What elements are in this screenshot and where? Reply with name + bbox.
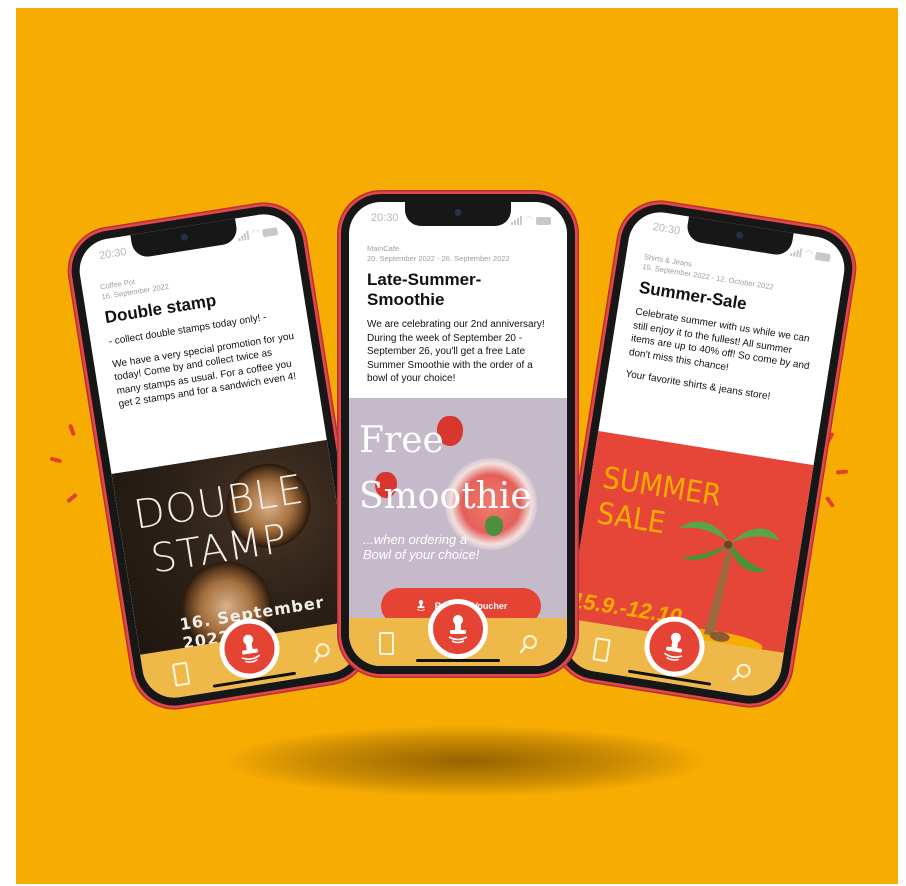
decor-dash: [835, 469, 849, 475]
search-icon[interactable]: [311, 641, 334, 664]
phone-double-stamp: 20:30 ◠ Coffee Pot 16. September 2022 Do…: [65, 200, 373, 712]
decor-dash: [68, 423, 76, 437]
phone-summer-sale: 20:30 ◠ Shirts & Jeans 15. September 202…: [551, 198, 859, 710]
phone-screen: 20:30 ◠ Coffee Pot 16. September 2022 Do…: [75, 209, 363, 703]
voucher-title: Late-Summer-Smoothie: [367, 270, 482, 309]
status-time: 20:30: [371, 212, 399, 224]
promo-background: 20:30 ◠ Coffee Pot 16. September 2022 Do…: [16, 8, 898, 884]
camera: [735, 231, 744, 240]
phones-shadow: [226, 726, 706, 796]
stamp-icon: [663, 632, 683, 661]
status-icons: ◠: [511, 214, 551, 225]
decor-dash: [824, 495, 836, 509]
battery-icon: [262, 227, 279, 238]
art-subtitle-line: Bowl of your choice!: [363, 547, 480, 562]
notch: [130, 216, 239, 259]
voucher-paragraph: We are celebrating our 2nd anniversary! …: [367, 319, 545, 384]
stamp-icon: [448, 615, 468, 644]
voucher-description: We are celebrating our 2nd anniversary! …: [367, 318, 553, 386]
mint-leaf-image: [485, 516, 503, 536]
loyalty-card-icon[interactable]: [592, 637, 611, 663]
art-subtitle-line: ...when ordering a: [363, 532, 468, 547]
battery-icon: [814, 251, 831, 263]
notch: [685, 214, 794, 257]
camera: [454, 209, 462, 216]
signal-icon: [790, 247, 803, 258]
signal-icon: [237, 230, 250, 242]
stamp-icon: [416, 600, 425, 611]
camera: [180, 233, 189, 242]
voucher-content: MainCafe 20. September 2022 - 26. Septem…: [367, 244, 553, 395]
loyalty-card-icon[interactable]: [379, 632, 394, 655]
status-time: 20:30: [651, 221, 681, 238]
art-headline: SALE: [594, 496, 668, 542]
phone-screen: 20:30 ◠ Shirts & Jeans 15. September 202…: [561, 207, 849, 701]
decor-dash: [66, 492, 78, 504]
status-icons: ◠: [790, 245, 831, 263]
voucher-date: 20. September 2022 - 26. September 2022: [367, 254, 510, 263]
stamp-icon: [241, 634, 261, 663]
search-icon[interactable]: [731, 661, 754, 684]
art-headline: Free: [359, 420, 444, 461]
signal-icon: [511, 216, 523, 225]
home-indicator: [416, 659, 500, 662]
phone-late-summer-smoothie: 20:30 ◠ MainCafe 20. September 2022 - 26…: [341, 194, 575, 674]
phone-screen: 20:30 ◠ MainCafe 20. September 2022 - 26…: [349, 202, 567, 666]
search-icon[interactable]: [519, 634, 539, 654]
notch: [405, 202, 511, 226]
status-icons: ◠: [237, 224, 279, 242]
wifi-icon: ◠: [525, 214, 533, 224]
art-headline: Smoothie: [359, 476, 532, 517]
status-time: 20:30: [98, 246, 128, 263]
battery-icon: [536, 217, 551, 225]
decor-dash: [49, 456, 63, 464]
loyalty-card-icon[interactable]: [171, 661, 191, 687]
wifi-icon: ◠: [250, 226, 261, 239]
stamp-button[interactable]: [433, 604, 483, 654]
voucher-content: Coffee Pot 16. September 2022 Double sta…: [99, 253, 305, 420]
voucher-content: Shirts & Jeans 15. September 2022 - 12. …: [623, 252, 829, 419]
wifi-icon: ◠: [804, 247, 814, 259]
art-subtitle: ...when ordering a Bowl of your choice!: [363, 532, 479, 562]
decor-dash: [825, 431, 835, 445]
merchant-name: MainCafe: [367, 244, 400, 253]
